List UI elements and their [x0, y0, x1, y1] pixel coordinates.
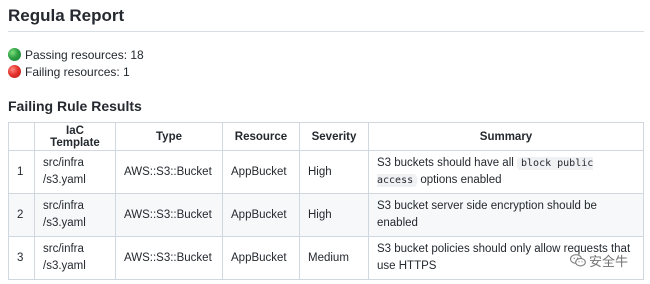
row-number: 1: [8, 150, 35, 194]
template-path-part: src/infra: [43, 157, 84, 169]
severity-cell: High: [299, 150, 369, 194]
type-cell: AWS::S3::Bucket: [115, 193, 223, 237]
summary-text: S3 buckets should have all: [377, 157, 518, 169]
table-row: 2 src/infra /s3.yaml AWS::S3::Bucket App…: [8, 193, 644, 237]
watermark: 安全牛: [569, 251, 628, 270]
iac-template-cell: src/infra /s3.yaml: [34, 193, 116, 237]
template-path-part: src/infra: [43, 243, 84, 255]
header-severity: Severity: [299, 122, 369, 151]
failing-rules-table: IaC Template Type Resource Severity Summ…: [8, 122, 644, 280]
severity-cell: High: [299, 193, 369, 237]
header-index: [8, 122, 35, 151]
iac-template-cell: src/infra /s3.yaml: [34, 236, 116, 280]
red-circle-icon: [8, 65, 21, 78]
passing-status: Passing resources: 18: [8, 46, 644, 63]
type-cell: AWS::S3::Bucket: [115, 150, 223, 194]
summary-cell: S3 bucket server side encryption should …: [368, 193, 644, 237]
table-header-row: IaC Template Type Resource Severity Summ…: [8, 122, 644, 151]
header-iac-template: IaC Template: [34, 122, 116, 151]
severity-cell: Medium: [299, 236, 369, 280]
table-row: 1 src/infra /s3.yaml AWS::S3::Bucket App…: [8, 150, 644, 194]
row-number: 2: [8, 193, 35, 237]
green-circle-icon: [8, 48, 21, 61]
passing-label: Passing resources: 18: [25, 47, 144, 62]
title-divider: [8, 31, 644, 32]
template-path-part: /s3.yaml: [43, 174, 86, 186]
template-path-part: /s3.yaml: [43, 217, 86, 229]
report-container: Regula Report Passing resources: 18 Fail…: [8, 0, 644, 116]
wechat-icon: [569, 254, 586, 267]
summary-cell: S3 buckets should have all block public …: [368, 150, 644, 194]
template-path-part: /s3.yaml: [43, 260, 86, 272]
header-summary: Summary: [368, 122, 644, 151]
iac-template-cell: src/infra /s3.yaml: [34, 150, 116, 194]
resource-cell: AppBucket: [222, 193, 300, 237]
failing-label: Failing resources: 1: [25, 64, 130, 79]
row-number: 3: [8, 236, 35, 280]
table-row: 3 src/infra /s3.yaml AWS::S3::Bucket App…: [8, 236, 644, 280]
template-path-part: src/infra: [43, 200, 84, 212]
header-resource: Resource: [222, 122, 300, 151]
failing-status: Failing resources: 1: [8, 63, 644, 80]
header-type: Type: [115, 122, 223, 151]
summary-text: options enabled: [417, 174, 502, 186]
section-title: Failing Rule Results: [8, 98, 142, 114]
status-summary: Passing resources: 18 Failing resources:…: [8, 46, 644, 80]
page-title: Regula Report: [8, 6, 125, 25]
watermark-text: 安全牛: [588, 254, 628, 269]
type-cell: AWS::S3::Bucket: [115, 236, 223, 280]
resource-cell: AppBucket: [222, 236, 300, 280]
resource-cell: AppBucket: [222, 150, 300, 194]
